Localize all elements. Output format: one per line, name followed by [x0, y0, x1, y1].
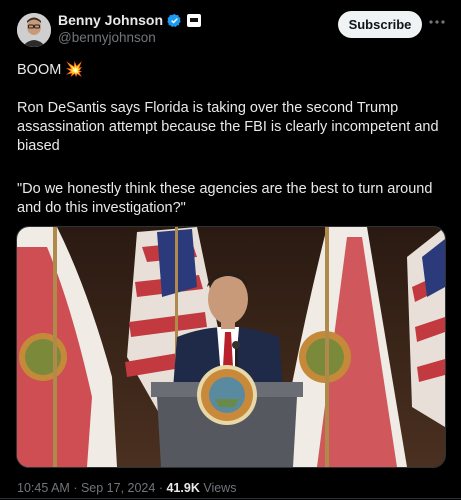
meta-separator: ·: [73, 481, 78, 495]
post-boom-text: BOOM: [17, 62, 62, 78]
post-time[interactable]: 10:45 AM: [17, 481, 70, 495]
post-headline: BOOM 💥: [17, 61, 442, 80]
subscribe-button[interactable]: Subscribe: [338, 11, 422, 38]
affiliate-badge-icon[interactable]: [187, 13, 202, 27]
video-media[interactable]: [16, 226, 446, 468]
views-label: Views: [203, 481, 237, 495]
post-meta: 10:45 AM · Sep 17, 2024 · 41.9K Views: [17, 481, 236, 495]
tweet-card: Benny Johnson @bennyjohnson Subscribe BO…: [0, 0, 461, 500]
profile-photo: [17, 13, 51, 47]
author-handle[interactable]: @bennyjohnson: [58, 30, 156, 45]
post-quote: "Do we honestly think these agencies are…: [17, 181, 433, 216]
more-horizontal-icon[interactable]: [427, 12, 447, 32]
post-date[interactable]: Sep 17, 2024: [81, 481, 155, 495]
post-paragraph: Ron DeSantis says Florida is taking over…: [17, 100, 439, 154]
collision-emoji-icon: 💥: [65, 62, 84, 78]
press-conference-image: [17, 227, 445, 467]
verified-badge-icon[interactable]: [167, 13, 182, 28]
meta-separator-2: ·: [158, 481, 163, 495]
author-name[interactable]: Benny Johnson: [58, 12, 163, 28]
views-count: 41.9K: [166, 481, 200, 495]
author-name-row: Benny Johnson: [58, 12, 202, 28]
avatar[interactable]: [17, 13, 51, 47]
divider: [0, 498, 461, 499]
